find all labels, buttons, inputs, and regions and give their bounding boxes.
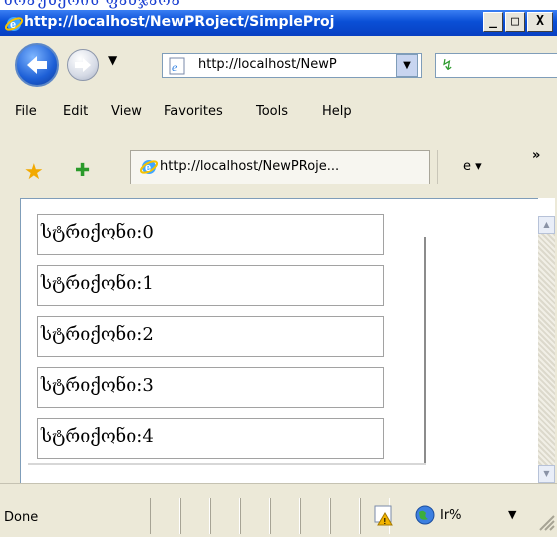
menu-favorites[interactable]: Favorites — [164, 104, 223, 119]
history-dropdown-icon[interactable]: ▼ — [108, 53, 117, 67]
list-item-label: სტრიქონი:3 — [41, 375, 154, 396]
list-item-label: სტრიქონი:0 — [41, 222, 154, 243]
caption-text: ბრაუზერის ფანჯარა — [4, 0, 181, 9]
internet-zone-globe-icon[interactable] — [414, 504, 436, 526]
close-button[interactable]: X — [527, 12, 553, 32]
ie-logo-icon: e — [140, 160, 158, 174]
back-button[interactable] — [15, 43, 59, 87]
vertical-scrollbar[interactable] — [538, 216, 555, 483]
status-segment — [210, 498, 240, 534]
protected-mode-warning-icon[interactable]: ! — [373, 504, 395, 526]
svg-text:e: e — [10, 19, 16, 31]
status-segment — [150, 498, 180, 534]
menu-edit[interactable]: Edit — [63, 104, 88, 119]
address-dropdown-button[interactable]: ▼ — [396, 54, 418, 77]
tab-title[interactable]: http://localhost/NewPRoje... — [160, 159, 420, 174]
refresh-icon[interactable]: ↯ — [441, 56, 465, 76]
window-title: http://localhost/NewPRoject/SimpleProj — [24, 14, 335, 30]
scroll-up-button[interactable]: ▲ — [538, 216, 555, 234]
zoom-dropdown-icon[interactable]: ▼ — [508, 508, 516, 521]
address-url[interactable]: http://localhost/NewP — [198, 57, 394, 72]
arrow-left-icon — [27, 56, 47, 74]
forward-button[interactable] — [67, 49, 99, 81]
list-item-label: სტრიქონი:4 — [41, 426, 154, 447]
status-segment — [270, 498, 300, 534]
menu-view[interactable]: View — [111, 104, 142, 119]
toolbar-overflow-chevron[interactable]: » — [532, 148, 540, 163]
status-segment — [330, 498, 360, 534]
page-menu-button[interactable]: e ▾ — [463, 159, 482, 174]
svg-text:!: ! — [384, 517, 387, 526]
menu-file[interactable]: File — [15, 104, 37, 119]
zoom-level[interactable]: Ir% — [440, 508, 462, 523]
status-segment — [240, 498, 270, 534]
status-text: Done — [4, 510, 39, 525]
ie-logo-icon: e — [5, 17, 23, 31]
svg-text:e: e — [172, 60, 178, 74]
favorites-star-icon[interactable]: ★ — [24, 160, 44, 185]
panel-divider — [424, 237, 426, 465]
status-segment — [300, 498, 330, 534]
page-icon: e — [169, 57, 185, 75]
caption-strip: ბრაუზერის ფანჯარა — [0, 0, 557, 10]
window-left-edge — [0, 198, 20, 483]
menu-help[interactable]: Help — [322, 104, 352, 119]
maximize-button[interactable]: □ — [505, 12, 525, 32]
list-item-label: სტრიქონი:2 — [41, 324, 154, 345]
menu-tools[interactable]: Tools — [256, 104, 288, 119]
resize-grip-icon[interactable] — [534, 510, 556, 532]
minimize-button[interactable]: _ — [483, 12, 503, 32]
add-favorite-icon[interactable]: ✚ — [75, 160, 90, 181]
arrow-right-icon — [75, 58, 91, 72]
svg-text:e: e — [145, 162, 151, 174]
status-segment — [180, 498, 210, 534]
list-item-label: სტრიქონი:1 — [41, 273, 154, 294]
scroll-down-button[interactable]: ▼ — [538, 465, 555, 483]
panel-bottom-border — [28, 463, 426, 465]
